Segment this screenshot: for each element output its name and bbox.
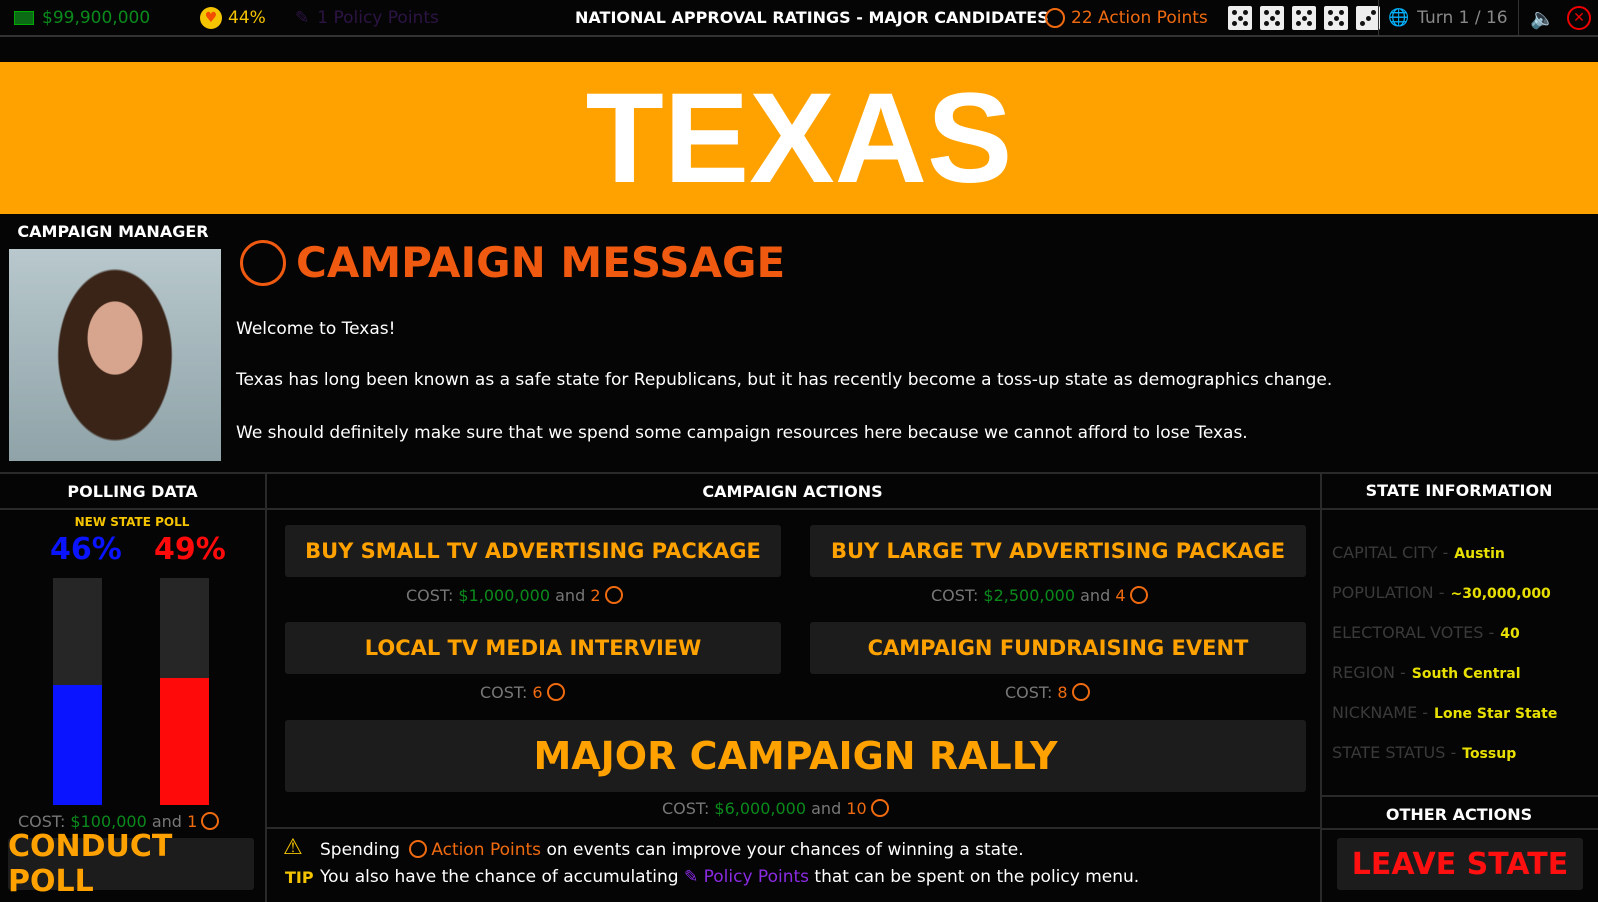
info-key: REGION - — [1332, 663, 1406, 682]
conduct-poll-button[interactable]: CONDUCT POLL — [8, 829, 254, 899]
state-information-header: STATE INFORMATION — [1365, 481, 1553, 500]
polling-data-header: POLLING DATA — [67, 482, 198, 501]
pen-icon: ✎ — [683, 867, 699, 887]
tip-label: TIP — [285, 868, 314, 887]
blue-poll-bar — [53, 578, 102, 805]
blue-poll-percent: 46% — [50, 532, 122, 567]
action-cost: COST: $2,500,000 and 4 — [931, 586, 1152, 605]
action-cost: COST: 6 — [480, 683, 569, 702]
state-info-row: STATE STATUS - Tossup — [1332, 743, 1516, 762]
campaign-manager-label: CAMPAIGN MANAGER — [17, 222, 209, 241]
major-rally-button[interactable]: MAJOR CAMPAIGN RALLY — [285, 720, 1306, 792]
money-display: $99,900,000 — [14, 8, 150, 28]
action-cost: COST: 8 — [1005, 683, 1094, 702]
state-info-row: REGION - South Central — [1332, 663, 1521, 682]
die-icon — [1260, 5, 1284, 30]
action-point-icon — [240, 239, 286, 286]
info-value: ~30,000,000 — [1450, 586, 1551, 602]
buy-small-tv-button[interactable]: BUY SMALL TV ADVERTISING PACKAGE — [285, 525, 781, 577]
turn-display: 🌐 Turn 1 / 16 — [1388, 7, 1508, 28]
fundraising-event-button[interactable]: CAMPAIGN FUNDRAISING EVENT — [810, 622, 1306, 674]
action-cost: COST: $1,000,000 and 2 — [406, 586, 627, 605]
speaker-icon[interactable]: 🔈 — [1530, 6, 1555, 30]
info-key: NICKNAME - — [1332, 703, 1429, 722]
local-tv-interview-button[interactable]: LOCAL TV MEDIA INTERVIEW — [285, 622, 781, 674]
message-line: We should definitely make sure that we s… — [236, 423, 1248, 443]
action-point-icon — [604, 586, 623, 604]
state-info-row: NICKNAME - Lone Star State — [1332, 703, 1557, 722]
action-cost: COST: $6,000,000 and 10 — [662, 799, 893, 818]
die-icon — [1292, 5, 1316, 30]
globe-icon: 🌐 — [1388, 7, 1410, 28]
message-line: Texas has long been known as a safe stat… — [236, 370, 1333, 390]
policy-points-display[interactable]: ✎ 1 Policy Points — [295, 8, 439, 28]
top-bar: $99,900,000 ♥ 44% ✎ 1 Policy Points NATION… — [0, 0, 1598, 37]
other-actions-header: OTHER ACTIONS — [1385, 805, 1533, 824]
info-key: POPULATION - — [1332, 583, 1445, 602]
info-value: Austin — [1454, 546, 1505, 562]
leave-state-button[interactable]: LEAVE STATE — [1337, 838, 1583, 890]
campaign-manager-portrait — [9, 249, 221, 461]
close-icon[interactable]: ✕ — [1567, 5, 1591, 30]
red-poll-percent: 49% — [154, 532, 226, 567]
action-point-icon — [1045, 7, 1065, 28]
red-poll-bar — [160, 578, 209, 805]
national-approval-title[interactable]: NATIONAL APPROVAL RATINGS - MAJOR CANDID… — [575, 8, 1049, 27]
approval-display: ♥ 44% — [200, 6, 266, 29]
action-point-icon — [1071, 683, 1090, 701]
heart-icon: ♥ — [200, 6, 222, 29]
money-icon — [14, 10, 34, 25]
state-title: TEXAS — [0, 62, 1598, 214]
info-key: STATE STATUS - — [1332, 743, 1457, 762]
tip-line-1: Spending Action Points on events can imp… — [320, 840, 1024, 860]
dice — [1228, 5, 1380, 30]
campaign-actions-header: CAMPAIGN ACTIONS — [702, 482, 883, 501]
warning-icon: ⚠ — [283, 835, 303, 860]
state-info-row: ELECTORAL VOTES - 40 — [1332, 623, 1520, 642]
die-icon — [1356, 5, 1380, 30]
die-icon — [1228, 5, 1252, 30]
info-key: ELECTORAL VOTES - — [1332, 623, 1495, 642]
action-point-icon — [546, 683, 565, 701]
info-key: CAPITAL CITY - — [1332, 543, 1449, 562]
info-value: Tossup — [1462, 746, 1517, 762]
action-point-icon — [409, 840, 428, 858]
action-points-display: 22 Action Points — [1045, 7, 1208, 28]
info-value: 40 — [1500, 626, 1520, 642]
state-info-row: POPULATION - ~30,000,000 — [1332, 583, 1551, 602]
action-point-icon — [201, 812, 220, 830]
action-point-icon — [870, 799, 889, 817]
message-line: Welcome to Texas! — [236, 319, 396, 339]
new-state-poll-label: NEW STATE POLL — [74, 515, 190, 529]
campaign-message-title: CAMPAIGN MESSAGE — [240, 238, 785, 287]
info-value: South Central — [1411, 666, 1521, 682]
tip-line-2: You also have the chance of accumulating… — [320, 867, 1140, 887]
pen-icon: ✎ — [295, 7, 310, 28]
action-point-icon — [1129, 586, 1148, 604]
die-icon — [1324, 5, 1348, 30]
info-value: Lone Star State — [1434, 706, 1558, 722]
buy-large-tv-button[interactable]: BUY LARGE TV ADVERTISING PACKAGE — [810, 525, 1306, 577]
state-info-row: CAPITAL CITY - Austin — [1332, 543, 1505, 562]
